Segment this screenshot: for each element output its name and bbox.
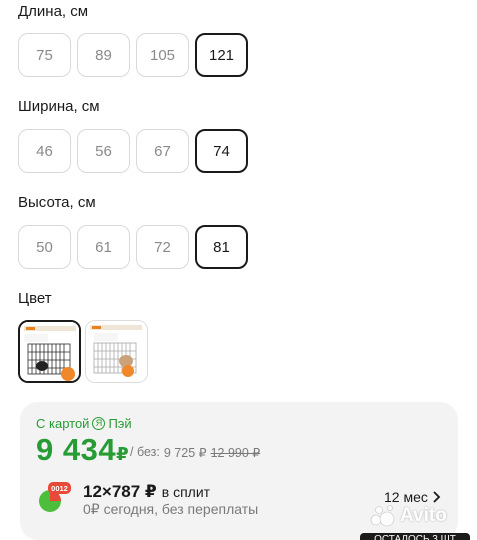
height-options: 50 61 72 81 — [18, 225, 248, 269]
length-label: Длина, см — [18, 3, 89, 20]
without-card-value: 9 725 ₽ — [163, 446, 207, 460]
old-price: 12 990 ₽ — [210, 446, 261, 460]
card-price-label: С картой Я Пэй — [36, 416, 132, 431]
width-option-46[interactable]: 46 — [18, 129, 71, 173]
split-amount: 12×787 ₽ в сплит — [83, 482, 210, 502]
without-card-label: / без: — [130, 445, 160, 459]
height-option-72[interactable]: 72 — [136, 225, 189, 269]
chevron-right-icon — [433, 491, 441, 503]
length-option-105[interactable]: 105 — [136, 33, 189, 77]
width-option-56[interactable]: 56 — [77, 129, 130, 173]
width-option-74[interactable]: 74 — [195, 129, 248, 173]
yandex-pay-icon: Я — [92, 417, 106, 430]
height-label: Высота, см — [18, 194, 96, 211]
length-option-121[interactable]: 121 — [195, 33, 248, 77]
stock-badge: ОСТАЛОСЬ 3 ШТ — [360, 533, 470, 540]
length-option-89[interactable]: 89 — [77, 33, 130, 77]
card-name-text: Пэй — [108, 416, 132, 431]
length-option-75[interactable]: 75 — [18, 33, 71, 77]
silver-cage-image — [86, 321, 147, 382]
split-text: в сплит — [161, 484, 211, 500]
split-amount-value: 12×787 ₽ — [83, 482, 157, 501]
currency-sign: ₽ — [116, 444, 130, 464]
split-icon-badge: 0012 — [51, 484, 68, 493]
width-option-67[interactable]: 67 — [136, 129, 189, 173]
current-price: 9 434₽ — [36, 432, 129, 468]
split-subtitle: 0₽ сегодня, без переплаты — [83, 501, 259, 517]
color-swatch-black[interactable] — [18, 320, 81, 383]
color-swatch-silver[interactable] — [85, 320, 148, 383]
split-icon: 0012 — [39, 482, 71, 512]
height-option-81[interactable]: 81 — [195, 225, 248, 269]
black-cage-image — [20, 322, 79, 381]
length-options: 75 89 105 121 — [18, 33, 248, 77]
width-label: Ширина, см — [18, 98, 100, 115]
price-comparison: / без: 9 725 ₽ 12 990 ₽ — [130, 445, 260, 460]
avito-watermark: Avito — [370, 503, 470, 529]
card-label-text: С картой — [36, 416, 90, 431]
height-option-61[interactable]: 61 — [77, 225, 130, 269]
avito-watermark-text: Avito — [400, 505, 447, 526]
avito-logo-icon — [370, 505, 395, 527]
color-options — [18, 320, 148, 383]
height-option-50[interactable]: 50 — [18, 225, 71, 269]
color-label: Цвет — [18, 290, 52, 307]
width-options: 46 56 67 74 — [18, 129, 248, 173]
current-price-value: 9 434 — [36, 432, 117, 467]
